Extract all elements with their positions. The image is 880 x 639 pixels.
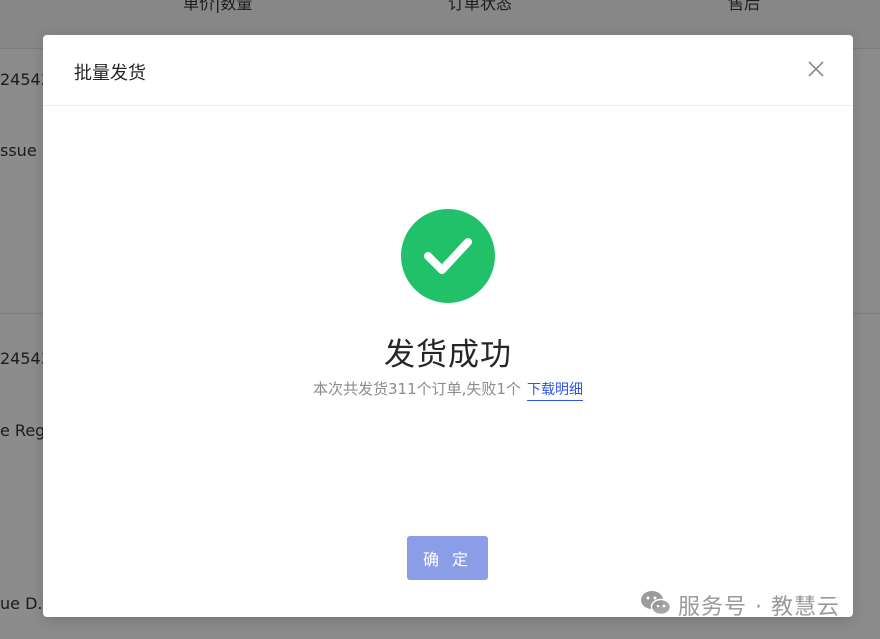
wechat-icon (640, 589, 672, 621)
watermark: 服务号 · 教慧云 (640, 588, 840, 622)
result-summary-text: 本次共发货311个订单,失败1个 (313, 380, 521, 398)
result-summary: 本次共发货311个订单,失败1个 下载明细 (43, 378, 853, 401)
watermark-text: 服务号 · 教慧云 (678, 595, 840, 620)
batch-ship-dialog: 批量发货 发货成功 本次共发货311个订单,失败1个 下载明细 确 定 (43, 35, 853, 617)
dialog-title: 批量发货 (74, 63, 146, 84)
dialog-header: 批量发货 (43, 35, 853, 106)
check-circle-icon (401, 209, 495, 303)
result-title: 发货成功 (384, 337, 512, 373)
confirm-button[interactable]: 确 定 (407, 536, 488, 580)
close-icon[interactable] (806, 59, 826, 79)
download-details-link[interactable]: 下载明细 (526, 382, 583, 401)
